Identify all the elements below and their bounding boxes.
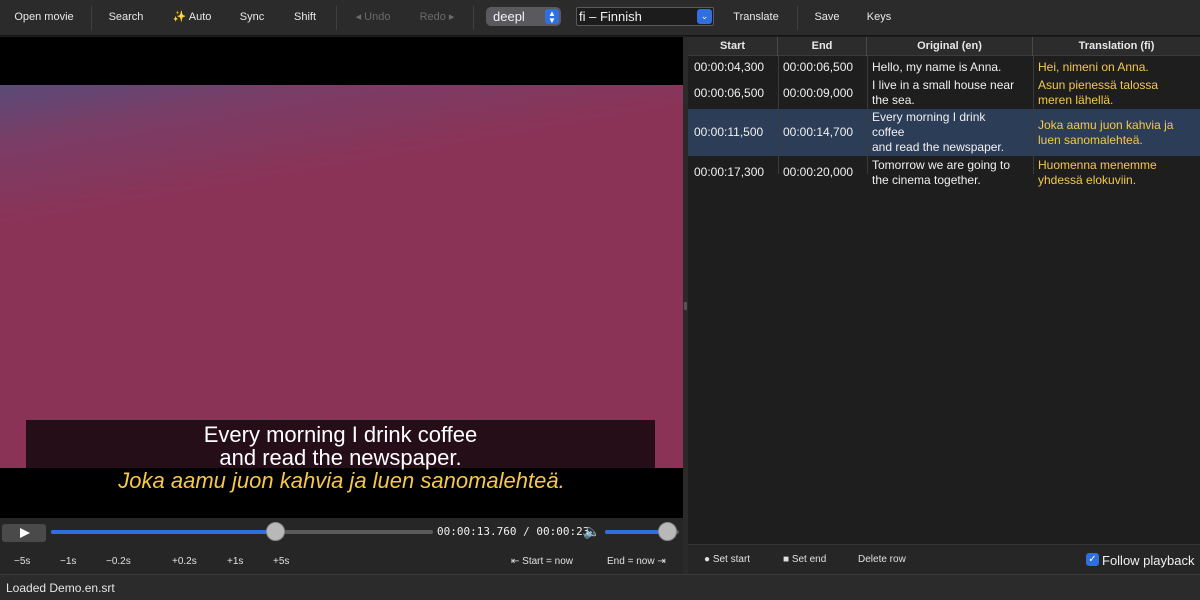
- status-bar: Loaded Demo.en.srt: [0, 574, 1200, 600]
- table-row[interactable]: 00:00:04,300 00:00:06,500 Hello, my name…: [688, 57, 1200, 77]
- toolbar-divider: [473, 6, 474, 30]
- target-language-select[interactable]: fi – Finnish ⌄: [576, 7, 714, 26]
- translate-button[interactable]: Translate: [726, 0, 786, 34]
- toolbar-divider: [91, 6, 92, 30]
- seek-slider-fill: [51, 530, 277, 534]
- video-player[interactable]: Every morning I drink coffee and read th…: [0, 37, 683, 518]
- nudge-plus-1s-button[interactable]: +1s: [227, 556, 243, 567]
- speaker-icon[interactable]: 🔈: [583, 523, 600, 540]
- table-row[interactable]: 00:00:06,500 00:00:09,000 I live in a sm…: [688, 77, 1200, 109]
- seek-slider-knob[interactable]: [266, 522, 286, 541]
- follow-playback-label[interactable]: Follow playback: [1102, 553, 1195, 568]
- cell-original: Hello, my name is Anna.: [872, 60, 1002, 74]
- status-text: Loaded Demo.en.srt: [6, 581, 115, 595]
- open-movie-button[interactable]: Open movie: [8, 0, 80, 34]
- cell-end: 00:00:09,000: [783, 86, 854, 100]
- splitter-handle[interactable]: [684, 302, 687, 310]
- subtitle-table: Start End Original (en) Translation (fi)…: [688, 37, 1200, 544]
- cell-translation: Hei, nimeni on Anna.: [1038, 60, 1149, 74]
- start-equals-now-button[interactable]: ⇤ Start = now: [511, 556, 573, 567]
- nudge-minus-1s-button[interactable]: −1s: [60, 556, 76, 567]
- toolbar-divider: [336, 6, 337, 30]
- nudge-plus-0-2s-button[interactable]: +0.2s: [172, 556, 197, 567]
- column-divider: [1033, 56, 1034, 174]
- table-footer: ● Set start ■ Set end Delete row ✓ Follo…: [688, 544, 1200, 574]
- volume-slider-knob[interactable]: [657, 522, 677, 541]
- transport-bar: 00:00:13.760 / 00:00:23 🔈 −5s −1s −0.2s …: [0, 518, 683, 574]
- cell-original-line2: the cinema together.: [872, 173, 981, 187]
- target-language-value: fi – Finnish: [579, 9, 642, 24]
- column-header-end[interactable]: End: [778, 37, 867, 56]
- set-start-button[interactable]: ● Set start: [704, 554, 750, 565]
- search-button[interactable]: Search: [104, 0, 148, 34]
- nudge-minus-5s-button[interactable]: −5s: [14, 556, 30, 567]
- table-row-selected[interactable]: 00:00:11,500 00:00:14,700 Every morning …: [688, 109, 1200, 156]
- redo-button[interactable]: Redo ▸: [413, 0, 461, 34]
- cell-end: 00:00:14,700: [783, 125, 854, 139]
- table-header: Start End Original (en) Translation (fi): [688, 37, 1200, 56]
- table-row[interactable]: 00:00:17,300 00:00:20,000 Tomorrow we ar…: [688, 156, 1200, 190]
- column-divider: [778, 56, 779, 174]
- sync-button[interactable]: Sync: [234, 0, 270, 34]
- cell-translation: Huomenna menemme: [1038, 158, 1157, 172]
- column-divider: [867, 56, 868, 174]
- cell-original: Every morning I drink: [872, 110, 986, 124]
- up-down-arrows-icon: ▲ ▼: [545, 9, 559, 25]
- cell-end: 00:00:06,500: [783, 60, 854, 74]
- delete-row-button[interactable]: Delete row: [858, 554, 906, 565]
- cell-translation-line2: yhdessä elokuviin.: [1038, 173, 1137, 187]
- play-icon: [20, 528, 30, 538]
- column-header-translation[interactable]: Translation (fi): [1033, 37, 1200, 56]
- engine-select-value: deepl: [493, 9, 525, 24]
- subtitle-translation: Joka aamu juon kahvia ja luen sanomaleht…: [118, 468, 565, 493]
- cell-translation: Joka aamu juon kahvia ja: [1038, 118, 1174, 132]
- timecode: 00:00:13.760 / 00:00:23: [437, 525, 590, 538]
- toolbar: Open movie Search ✨ Auto Sync Shift ◂ Un…: [0, 0, 1200, 36]
- chevron-down-icon: ⌄: [697, 9, 712, 24]
- cell-start: 00:00:17,300: [694, 165, 765, 179]
- cell-original-line3: and read the newspaper.: [872, 140, 1005, 154]
- cell-original: I live in a small house near: [872, 78, 1015, 92]
- cell-original-line2: coffee: [872, 125, 905, 139]
- column-header-original[interactable]: Original (en): [867, 37, 1033, 56]
- toolbar-divider: [797, 6, 798, 30]
- cell-start: 00:00:06,500: [694, 86, 765, 100]
- end-equals-now-button[interactable]: End = now ⇥: [607, 556, 666, 567]
- shift-button[interactable]: Shift: [287, 0, 323, 34]
- cell-end: 00:00:20,000: [783, 165, 854, 179]
- cell-original: Tomorrow we are going to: [872, 158, 1011, 172]
- cell-translation-line2: meren lähellä.: [1038, 93, 1114, 107]
- video-frame: [0, 85, 683, 468]
- cell-translation: Asun pienessä talossa: [1038, 78, 1159, 92]
- play-button[interactable]: [2, 524, 46, 542]
- cell-translation-line2: luen sanomalehteä.: [1038, 133, 1143, 147]
- auto-button[interactable]: ✨ Auto: [166, 0, 218, 34]
- cell-start: 00:00:04,300: [694, 60, 765, 74]
- follow-playback-checkbox[interactable]: ✓: [1086, 553, 1099, 566]
- column-header-start[interactable]: Start: [688, 37, 778, 56]
- undo-button[interactable]: ◂ Undo: [349, 0, 397, 34]
- nudge-plus-5s-button[interactable]: +5s: [273, 556, 289, 567]
- cell-start: 00:00:11,500: [694, 125, 764, 139]
- nudge-minus-0-2s-button[interactable]: −0.2s: [106, 556, 131, 567]
- keys-button[interactable]: Keys: [862, 0, 896, 34]
- seek-slider[interactable]: [51, 530, 433, 534]
- cell-original-line2: the sea.: [872, 93, 915, 107]
- subtitle-original-line1: Every morning I drink coffee: [203, 422, 478, 447]
- save-button[interactable]: Save: [810, 0, 844, 34]
- set-end-button[interactable]: ■ Set end: [783, 554, 826, 565]
- engine-select[interactable]: deepl ▲ ▼: [486, 7, 561, 26]
- subtitle-original-line2: and read the newspaper.: [219, 445, 462, 470]
